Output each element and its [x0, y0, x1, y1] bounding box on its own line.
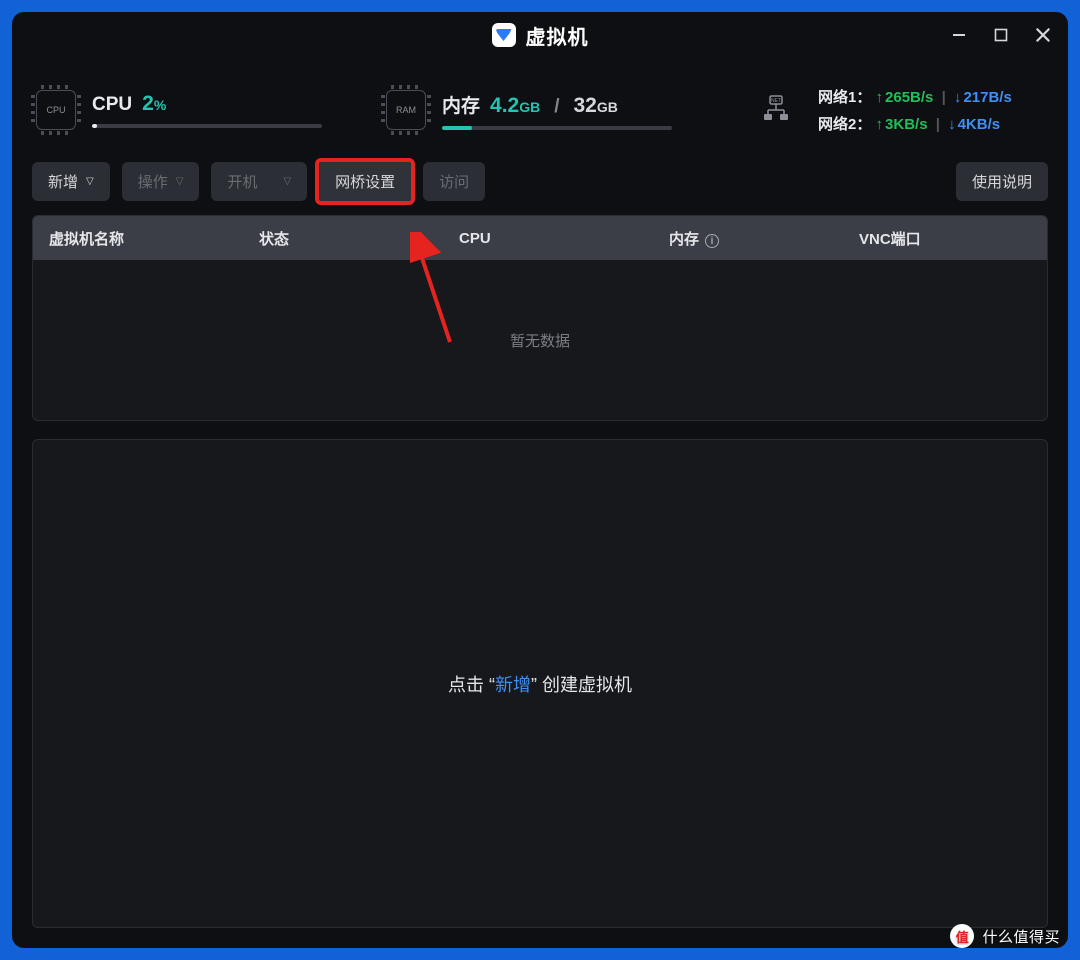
net-row-2: 网络2： 3KB/s | 4KB/s: [818, 113, 1012, 134]
chevron-down-icon: ▽: [283, 176, 291, 187]
info-icon[interactable]: i: [705, 234, 719, 248]
window-controls: [948, 12, 1054, 58]
col-mem: 内存i: [653, 228, 843, 249]
action-dropdown[interactable]: 操作▽: [122, 162, 200, 201]
minimize-button[interactable]: [948, 24, 970, 46]
mem-used: 4.2GB: [490, 94, 540, 118]
bridge-settings-button[interactable]: 网桥设置: [319, 162, 411, 201]
cpu-icon: CPU: [36, 90, 76, 130]
titlebar: 虚拟机: [12, 12, 1068, 58]
chevron-down-icon: ▽: [176, 176, 184, 187]
ram-icon: RAM: [386, 90, 426, 130]
col-name: 虚拟机名称: [33, 228, 243, 249]
toolbar: 新增▽ 操作▽ 开机▽ 网桥设置 访问 使用说明: [12, 154, 1068, 215]
cpu-bar: [92, 124, 322, 128]
app-window: 虚拟机 CPU: [12, 12, 1068, 948]
mem-label: 内存: [442, 91, 480, 118]
watermark: 值 什么值得买: [950, 924, 1060, 948]
help-button[interactable]: 使用说明: [956, 162, 1048, 201]
cpu-stat: CPU CPU 2%: [36, 90, 322, 130]
table-empty: 暂无数据: [33, 260, 1047, 420]
close-button[interactable]: [1032, 24, 1054, 46]
svg-text:NET: NET: [771, 98, 781, 104]
stats-bar: CPU CPU 2% RAM: [12, 58, 1068, 154]
network-icon: NET: [756, 90, 796, 130]
cpu-label: CPU: [92, 94, 132, 116]
watermark-text: 什么值得买: [982, 926, 1060, 947]
mem-total: 32GB: [574, 94, 618, 118]
power-dropdown[interactable]: 开机▽: [211, 162, 307, 201]
title-wrap: 虚拟机: [492, 21, 589, 50]
watermark-badge-icon: 值: [950, 924, 974, 948]
cpu-value: 2%: [142, 92, 166, 116]
visit-button[interactable]: 访问: [423, 162, 485, 201]
add-button[interactable]: 新增▽: [32, 162, 110, 201]
promo-text: 点击 “新增” 创建虚拟机: [448, 671, 632, 697]
mem-stat: RAM 内存 4.2GB / 32GB: [386, 90, 672, 130]
app-logo-icon: [492, 23, 516, 47]
table-header: 虚拟机名称 状态 CPU 内存i VNC端口: [33, 216, 1047, 260]
mem-bar: [442, 126, 672, 130]
vm-table-panel: 虚拟机名称 状态 CPU 内存i VNC端口 暂无数据: [32, 215, 1048, 421]
net-row-1: 网络1： 265B/s | 217B/s: [818, 86, 1012, 107]
promo-panel: 点击 “新增” 创建虚拟机: [32, 439, 1048, 928]
col-status: 状态: [243, 228, 443, 249]
net-stat: NET 网络1： 265B/s | 217B/s 网络2： 3KB/s |: [756, 86, 1012, 134]
app-title: 虚拟机: [526, 21, 589, 50]
chevron-down-icon: ▽: [86, 176, 94, 187]
mem-sep: /: [554, 96, 559, 118]
maximize-button[interactable]: [990, 24, 1012, 46]
col-vnc: VNC端口: [843, 228, 1047, 249]
col-cpu: CPU: [443, 230, 653, 247]
